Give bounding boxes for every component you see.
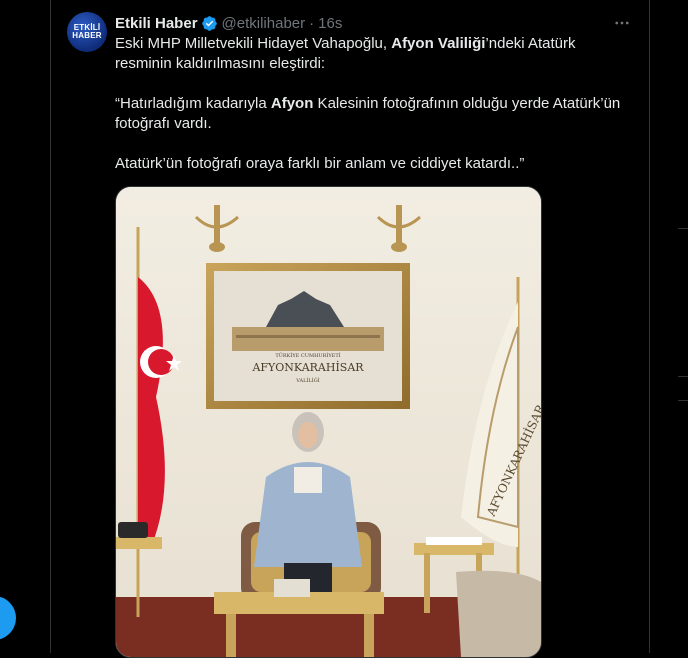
ellipsis-icon — [615, 21, 629, 25]
more-options-icon[interactable] — [611, 12, 633, 34]
sidebar-divider — [678, 400, 688, 401]
tweet-paragraph-3: Atatürk’ün fotoğrafı oraya farklı bir an… — [115, 155, 525, 172]
author-name[interactable]: Etkili Haber — [115, 15, 198, 32]
text-bold: Afyon — [270, 95, 314, 112]
avatar[interactable]: ETKİLİ HABER — [67, 12, 107, 52]
frame-line-2: AFYONKARAHİSAR — [251, 360, 364, 374]
frame-line-3: VALİLİĞİ — [295, 376, 319, 384]
author-handle[interactable]: @etkilihaber — [222, 15, 306, 32]
tweet-paragraph-2: “Hatırladığım kadarıyla Afyon Kalesinin … — [115, 94, 635, 134]
tweet[interactable]: ETKİLİ HABER Etkili Haber @etkilihaber ·… — [51, 0, 649, 658]
photo-illustration: TÜRKİYE CUMHURİYETİ AFYONKARAHİSAR VALİL… — [116, 187, 541, 657]
text-bold: Afyon Valiliği — [391, 35, 486, 52]
timestamp[interactable]: 16s — [318, 15, 342, 32]
separator-dot: · — [309, 14, 315, 32]
tweet-text: Eski MHP Milletvekili Hidayet Vahapoğlu,… — [115, 34, 635, 174]
tweet-paragraph-1: Eski MHP Milletvekili Hidayet Vahapoğlu,… — [115, 34, 635, 74]
tweet-header: Etkili Haber @etkilihaber · 16s — [115, 13, 342, 33]
verified-badge-icon[interactable] — [201, 15, 218, 32]
text-span: “Hatırladığım kadarıyla — [115, 95, 271, 112]
text-span: Eski MHP Milletvekili Hidayet Vahapoğlu, — [115, 35, 392, 52]
tweet-photo[interactable]: TÜRKİYE CUMHURİYETİ AFYONKARAHİSAR VALİL… — [115, 186, 542, 658]
compose-button[interactable] — [0, 596, 16, 640]
sidebar-divider — [678, 376, 688, 377]
avatar-text-bottom: HABER — [72, 31, 102, 40]
sidebar-divider — [678, 0, 688, 229]
frame-line-1: TÜRKİYE CUMHURİYETİ — [275, 352, 340, 359]
